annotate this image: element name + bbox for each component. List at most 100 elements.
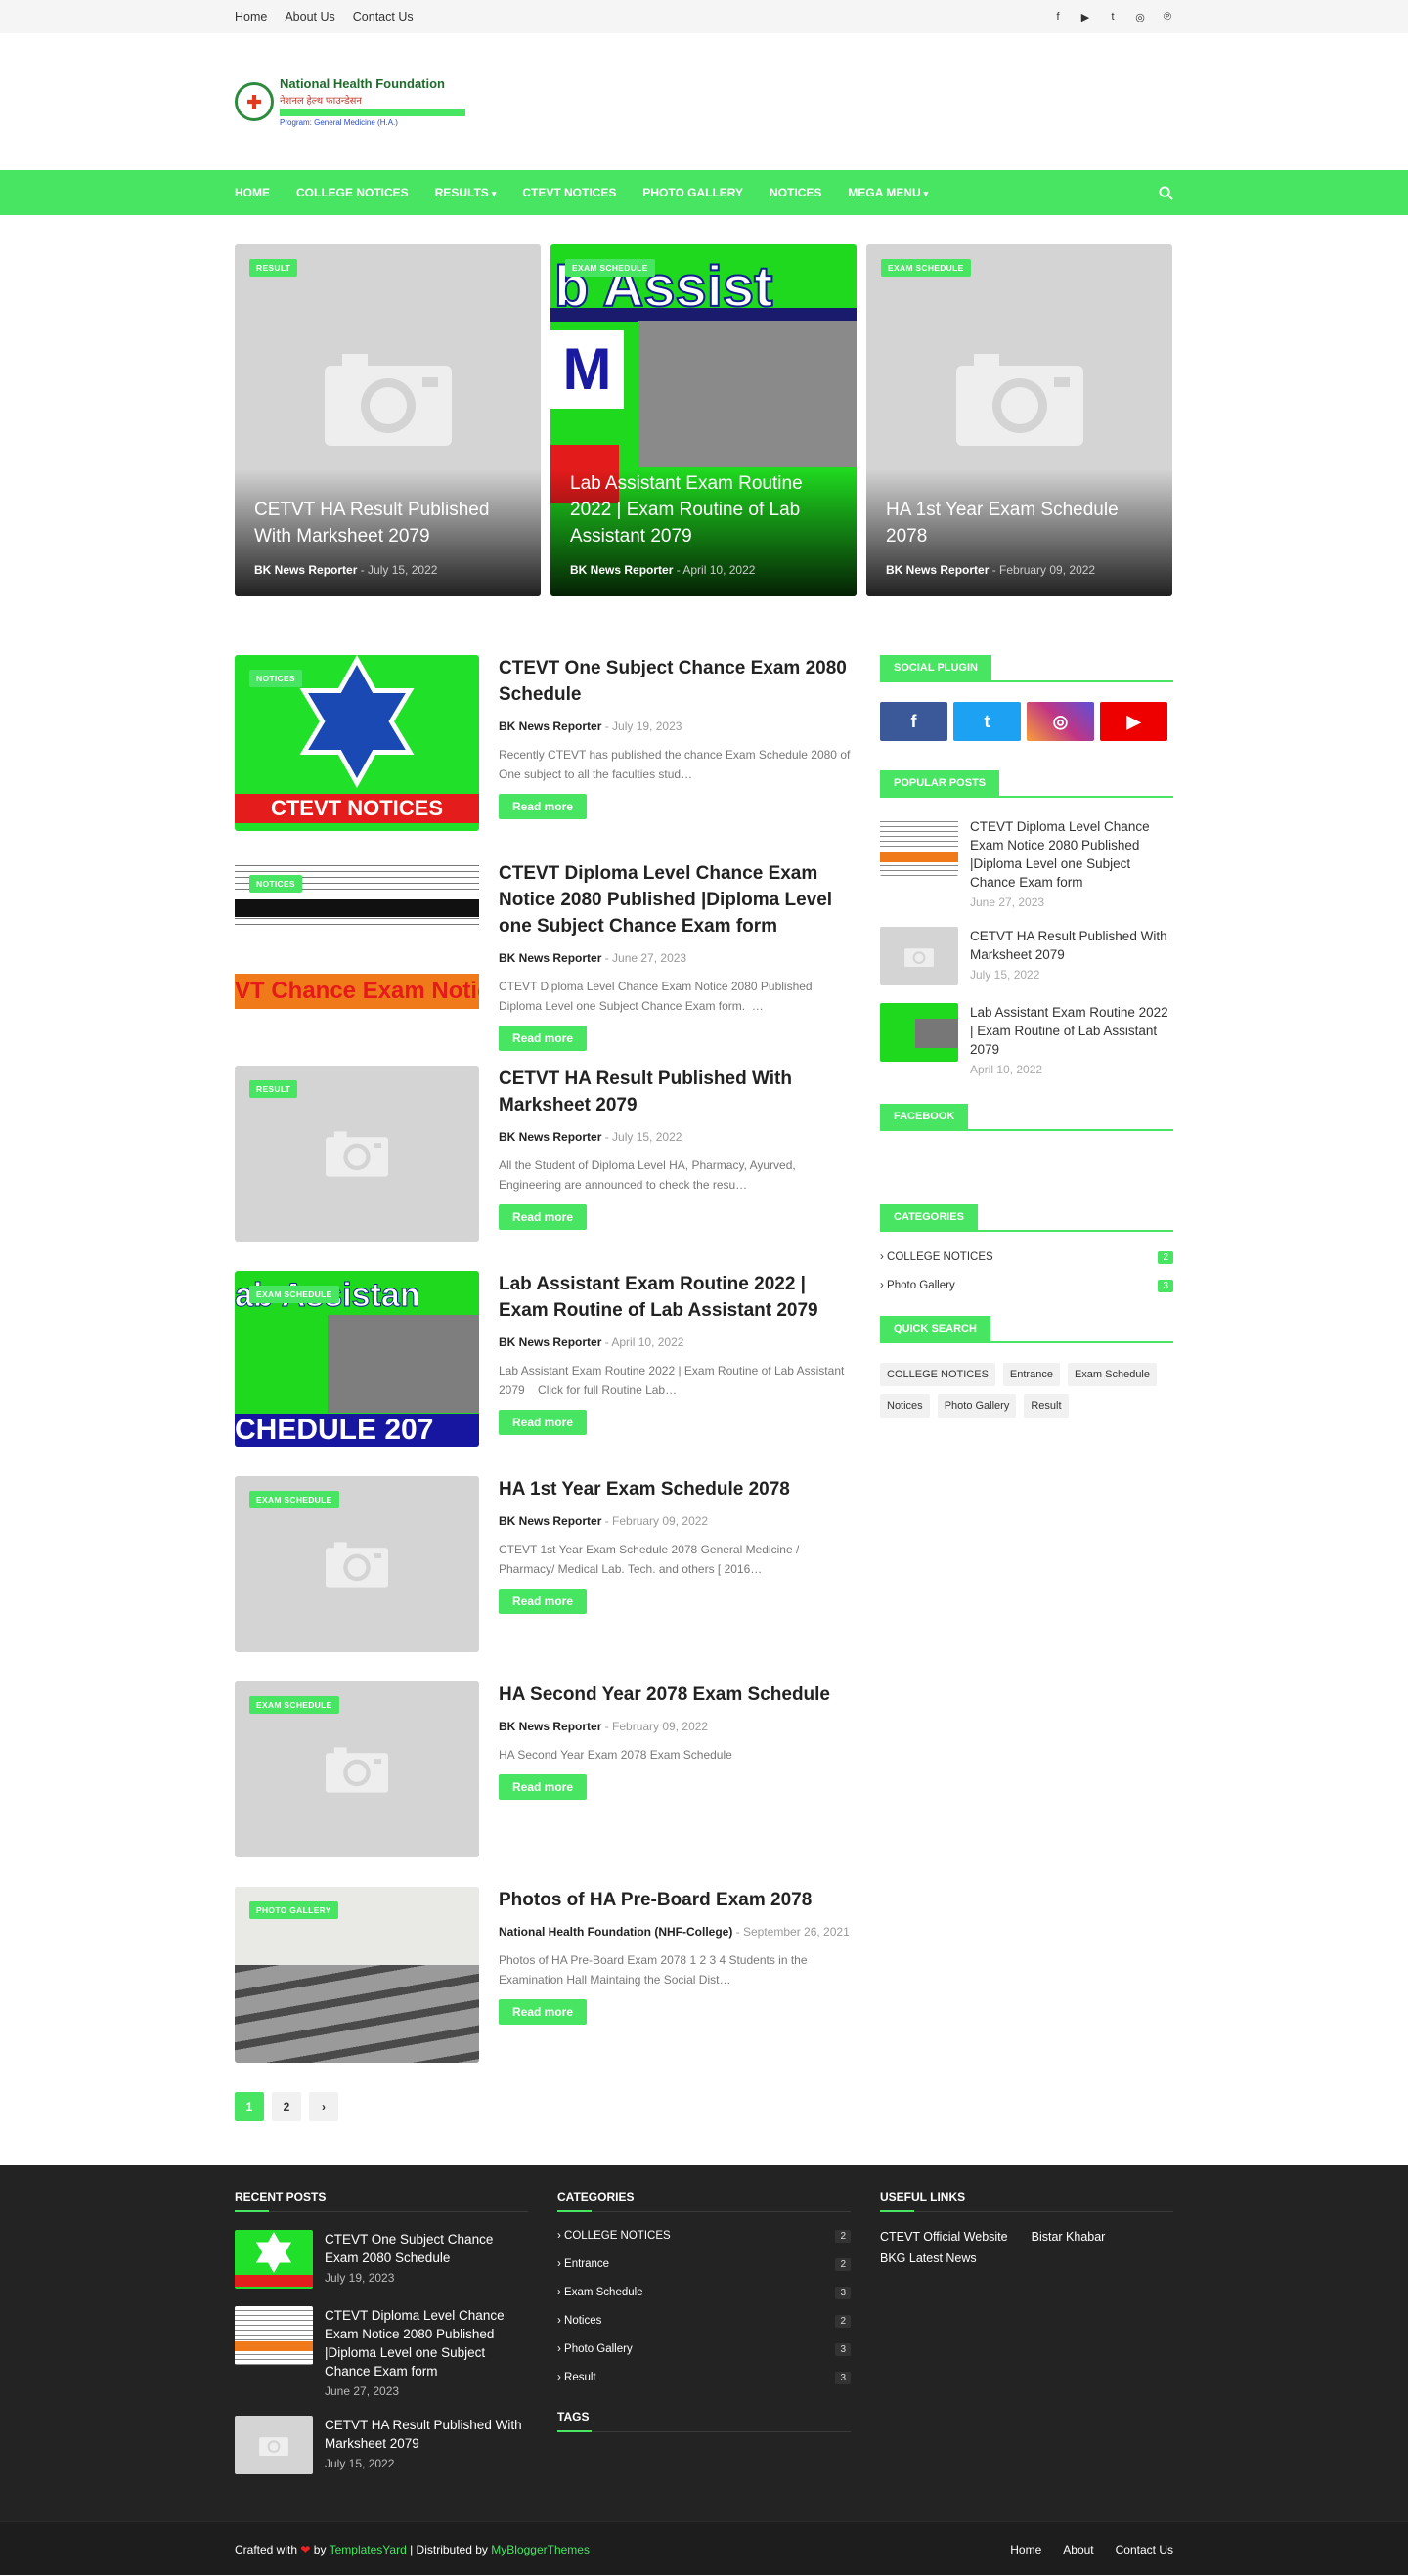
category-badge[interactable]: Notices bbox=[249, 670, 302, 687]
featured-image-scene bbox=[638, 321, 857, 467]
nav-item-home[interactable]: Home bbox=[235, 186, 270, 199]
popular-post[interactable]: CTEVT Diploma Level Chance Exam Notice 2… bbox=[880, 817, 1173, 909]
footer-link[interactable]: Bistar Khabar bbox=[1032, 2230, 1106, 2244]
post-thumbnail[interactable]: Result bbox=[235, 1066, 479, 1242]
category-item[interactable]: › Photo Gallery 3 bbox=[880, 1280, 1173, 1292]
category-badge[interactable]: Exam Schedule bbox=[249, 1696, 339, 1714]
footer-nav-home[interactable]: Home bbox=[1010, 2543, 1041, 2556]
chevron-right-icon[interactable]: › bbox=[309, 2092, 338, 2121]
mybloggerthemes-link[interactable]: MyBloggerThemes bbox=[491, 2543, 590, 2556]
read-more-button[interactable]: Read more bbox=[499, 1410, 588, 1435]
facebook-icon[interactable]: f bbox=[1052, 11, 1064, 22]
featured-title[interactable]: Lab Assistant Exam Routine 2022 | Exam R… bbox=[570, 470, 837, 549]
footer-link[interactable]: CTEVT Official Website bbox=[880, 2230, 1008, 2244]
category-item[interactable]: › Result 3 bbox=[557, 2372, 851, 2384]
youtube-icon[interactable]: ▶ bbox=[1079, 11, 1091, 23]
nav-item-ctevt-notices[interactable]: CTEVT NOTICES bbox=[522, 186, 616, 199]
pinterest-icon[interactable]: ℗ bbox=[1162, 11, 1173, 22]
featured-post[interactable]: b Assist M Exam Schedule Lab Assistant E… bbox=[550, 244, 857, 596]
post-thumbnail[interactable]: ab Assistan CHEDULE 207 Exam Schedule bbox=[235, 1271, 479, 1447]
category-badge[interactable]: Exam Schedule bbox=[565, 259, 655, 277]
category-item[interactable]: › COLLEGE NOTICES 2 bbox=[557, 2230, 851, 2243]
read-more-button[interactable]: Read more bbox=[499, 1589, 588, 1614]
site-logo[interactable]: National Health Foundation नेशनल हेल्थ फ… bbox=[235, 72, 477, 131]
read-more-button[interactable]: Read more bbox=[499, 1999, 588, 2025]
recent-thumbnail[interactable] bbox=[235, 2306, 313, 2365]
instagram-icon[interactable]: ◎ bbox=[1027, 702, 1094, 741]
category-item[interactable]: › Entrance 2 bbox=[557, 2258, 851, 2271]
tag-item[interactable]: Notices bbox=[880, 1394, 930, 1418]
featured-post[interactable]: Exam Schedule HA 1st Year Exam Schedule … bbox=[866, 244, 1172, 596]
facebook-icon[interactable]: f bbox=[880, 702, 947, 741]
top-link-contact[interactable]: Contact Us bbox=[353, 10, 414, 23]
recent-post[interactable]: CTEVT One Subject Chance Exam 2080 Sched… bbox=[235, 2230, 528, 2289]
category-item[interactable]: › Photo Gallery 3 bbox=[557, 2343, 851, 2356]
category-badge[interactable]: Exam Schedule bbox=[249, 1491, 339, 1508]
nav-item-photo-gallery[interactable]: PHOTO GALLERY bbox=[642, 186, 743, 199]
category-item[interactable]: › Notices 2 bbox=[557, 2315, 851, 2328]
popular-post[interactable]: CETVT HA Result Published With Marksheet… bbox=[880, 927, 1173, 985]
featured-post[interactable]: Result CETVT HA Result Published With Ma… bbox=[235, 244, 541, 596]
post-title[interactable]: CTEVT One Subject Chance Exam 2080 Sched… bbox=[499, 655, 851, 708]
page-2-button[interactable]: 2 bbox=[272, 2092, 301, 2121]
category-badge[interactable]: Photo Gallery bbox=[249, 1901, 338, 1919]
nav-item-college-notices[interactable]: COLLEGE NOTICES bbox=[296, 186, 409, 199]
category-badge[interactable]: Result bbox=[249, 259, 298, 277]
read-more-button[interactable]: Read more bbox=[499, 1204, 588, 1230]
top-link-about[interactable]: About Us bbox=[285, 10, 334, 23]
tag-item[interactable]: Exam Schedule bbox=[1067, 1363, 1157, 1386]
read-more-button[interactable]: Read more bbox=[499, 1026, 588, 1051]
page-1-button[interactable]: 1 bbox=[235, 2092, 264, 2121]
twitter-icon[interactable]: t bbox=[953, 702, 1021, 741]
widget-title: Facebook bbox=[880, 1104, 969, 1129]
post-thumbnail[interactable]: Photo Gallery bbox=[235, 1887, 479, 2063]
popular-thumbnail[interactable] bbox=[880, 817, 958, 876]
camera-placeholder-icon bbox=[955, 354, 1083, 447]
category-item[interactable]: › Exam Schedule 3 bbox=[557, 2287, 851, 2299]
footer-nav-about[interactable]: About bbox=[1063, 2543, 1093, 2556]
nav-item-mega-menu[interactable]: MEGA MENU ▾ bbox=[848, 186, 928, 199]
category-badge[interactable]: Exam Schedule bbox=[249, 1286, 339, 1303]
recent-thumbnail[interactable] bbox=[235, 2416, 313, 2474]
top-link-home[interactable]: Home bbox=[235, 10, 267, 23]
footer-widget-title: Tags bbox=[557, 2410, 851, 2432]
post-title[interactable]: CETVT HA Result Published With Marksheet… bbox=[499, 1066, 851, 1118]
tag-item[interactable]: Entrance bbox=[1002, 1363, 1060, 1386]
youtube-icon[interactable]: ▶ bbox=[1100, 702, 1167, 741]
recent-post[interactable]: CETVT HA Result Published With Marksheet… bbox=[235, 2416, 528, 2474]
top-social-icons: f ▶ t ◎ ℗ bbox=[1052, 11, 1173, 23]
read-more-button[interactable]: Read more bbox=[499, 794, 588, 819]
recent-thumbnail[interactable] bbox=[235, 2230, 313, 2289]
category-badge[interactable]: Exam Schedule bbox=[881, 259, 971, 277]
category-badge[interactable]: Result bbox=[249, 1080, 298, 1098]
popular-thumbnail[interactable] bbox=[880, 927, 958, 985]
footer-nav-contact[interactable]: Contact Us bbox=[1116, 2543, 1173, 2556]
post-title[interactable]: HA Second Year 2078 Exam Schedule bbox=[499, 1681, 851, 1708]
featured-title[interactable]: HA 1st Year Exam Schedule 2078 bbox=[886, 497, 1153, 549]
nav-item-notices[interactable]: NOTICES bbox=[770, 186, 821, 199]
popular-thumbnail[interactable] bbox=[880, 1003, 958, 1062]
recent-post[interactable]: CTEVT Diploma Level Chance Exam Notice 2… bbox=[235, 2306, 528, 2398]
tag-item[interactable]: Photo Gallery bbox=[937, 1394, 1017, 1418]
post-title[interactable]: HA 1st Year Exam Schedule 2078 bbox=[499, 1476, 851, 1503]
category-badge[interactable]: Notices bbox=[249, 875, 302, 893]
post-thumbnail[interactable]: CTEVT NOTICES Notices bbox=[235, 655, 479, 831]
search-icon[interactable] bbox=[1159, 185, 1173, 200]
post-thumbnail[interactable]: Exam Schedule bbox=[235, 1476, 479, 1652]
twitter-icon[interactable]: t bbox=[1107, 11, 1119, 22]
post-title[interactable]: Lab Assistant Exam Routine 2022 | Exam R… bbox=[499, 1271, 851, 1324]
post-title[interactable]: CTEVT Diploma Level Chance Exam Notice 2… bbox=[499, 860, 851, 939]
nav-item-results[interactable]: RESULTS ▾ bbox=[435, 186, 497, 199]
templatesyard-link[interactable]: TemplatesYard bbox=[330, 2543, 407, 2556]
post-title[interactable]: Photos of HA Pre-Board Exam 2078 bbox=[499, 1887, 851, 1913]
read-more-button[interactable]: Read more bbox=[499, 1774, 588, 1800]
post-thumbnail[interactable]: VT Chance Exam Notice 20 Notices bbox=[235, 860, 479, 1036]
tag-item[interactable]: COLLEGE NOTICES bbox=[880, 1363, 995, 1386]
featured-title[interactable]: CETVT HA Result Published With Marksheet… bbox=[254, 497, 521, 549]
category-item[interactable]: › COLLEGE NOTICES 2 bbox=[880, 1251, 1173, 1264]
footer-link[interactable]: BKG Latest News bbox=[880, 2251, 1007, 2265]
post-thumbnail[interactable]: Exam Schedule bbox=[235, 1681, 479, 1857]
popular-post[interactable]: Lab Assistant Exam Routine 2022 | Exam R… bbox=[880, 1003, 1173, 1076]
tag-item[interactable]: Result bbox=[1024, 1394, 1069, 1418]
instagram-icon[interactable]: ◎ bbox=[1134, 11, 1146, 23]
